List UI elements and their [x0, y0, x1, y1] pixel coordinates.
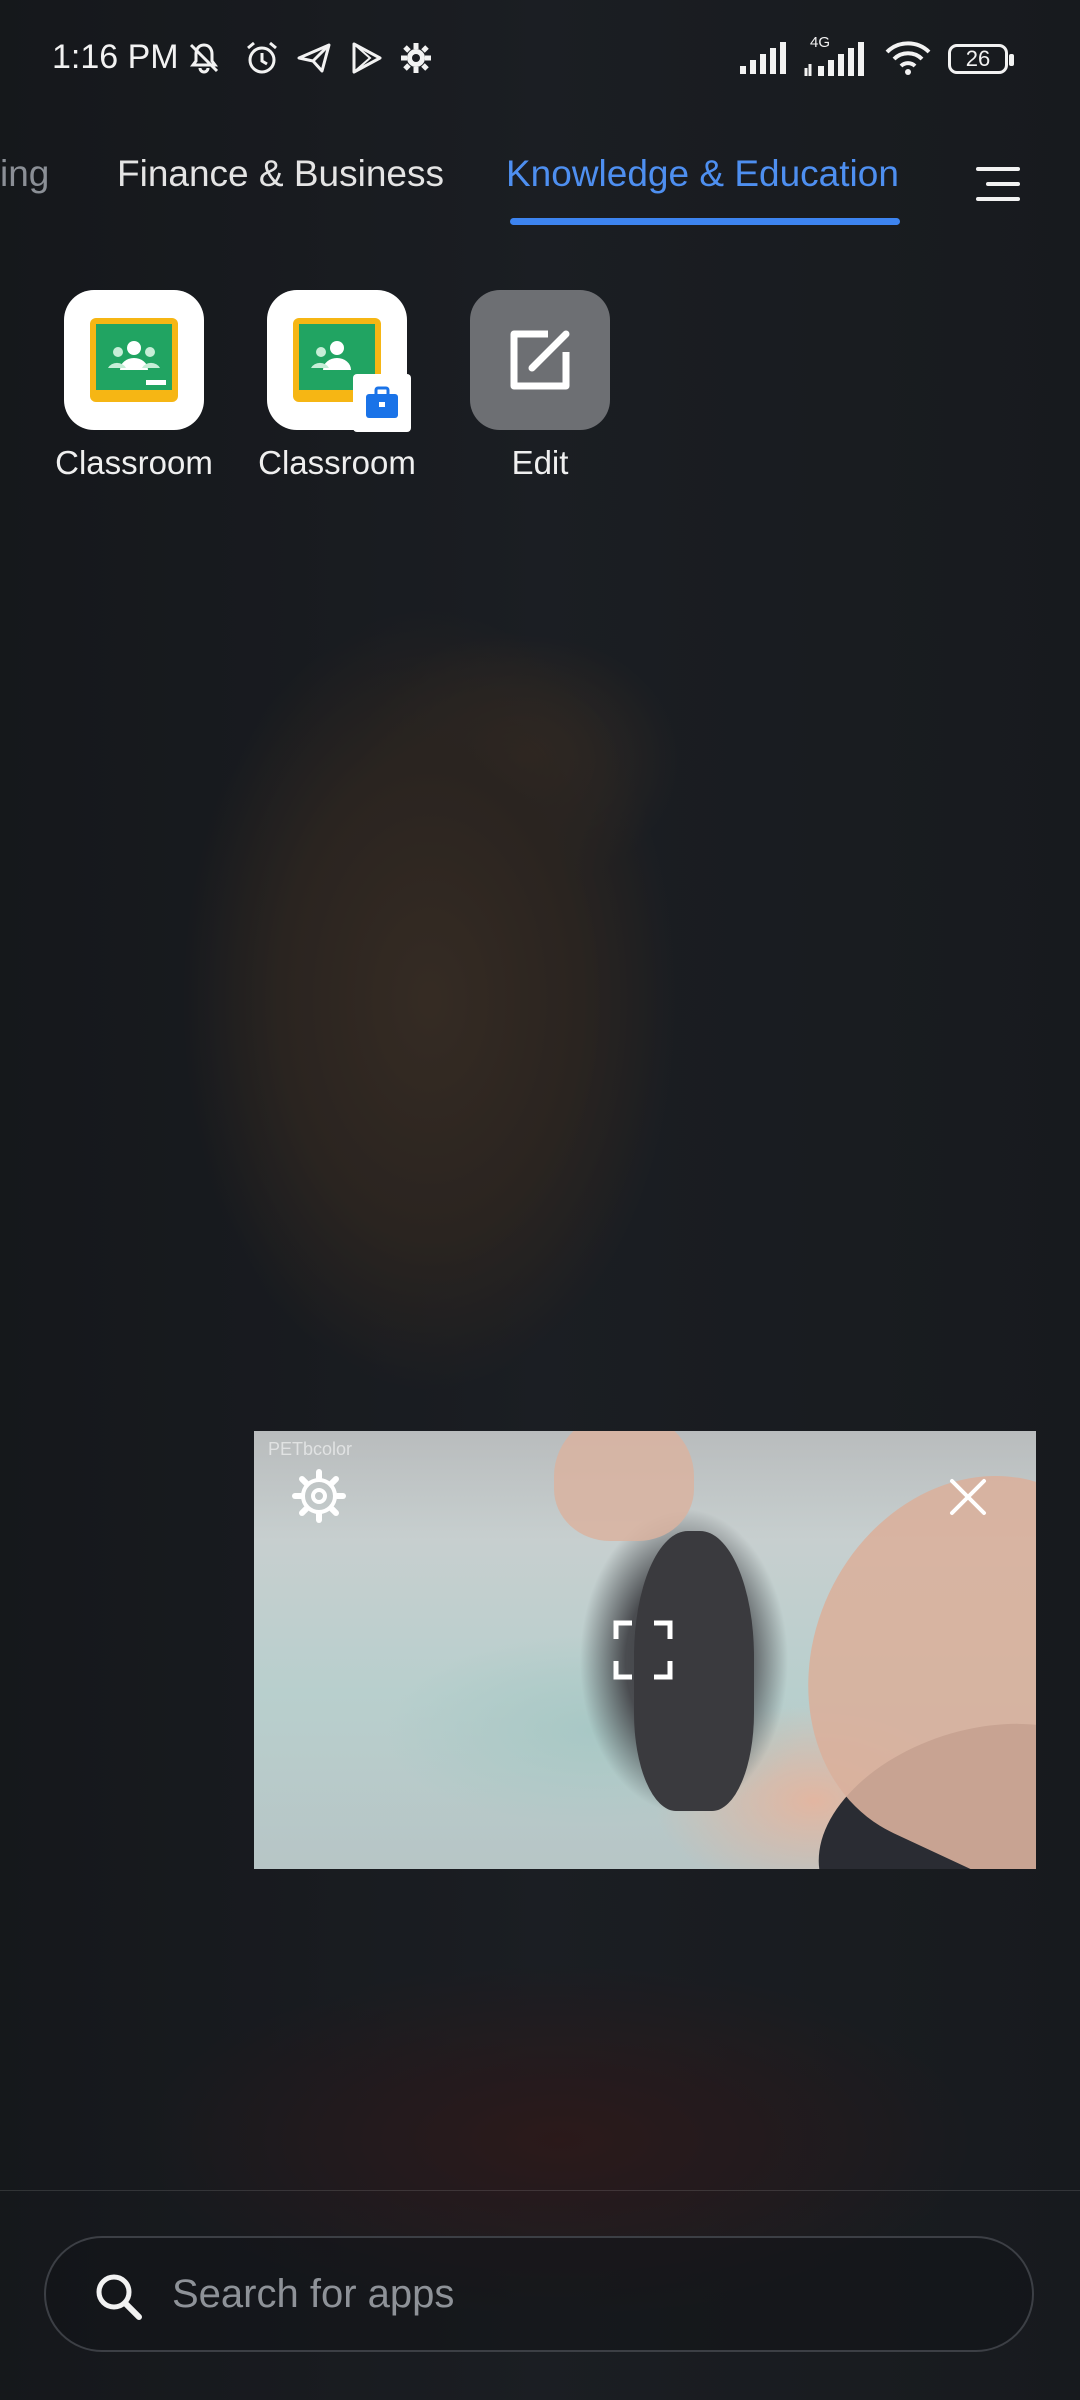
- google-classroom-work-icon: [267, 290, 411, 432]
- search-icon: [96, 2274, 142, 2320]
- search-input[interactable]: Search for apps: [172, 2272, 454, 2317]
- pip-video-window[interactable]: PETbcolor: [254, 1431, 1036, 1869]
- tab-partial[interactable]: ing: [0, 153, 49, 195]
- search-bar[interactable]: Search for apps: [44, 2236, 1034, 2352]
- tab-knowledge-education[interactable]: Knowledge & Education: [506, 153, 899, 195]
- battery-icon: 26: [948, 44, 1014, 74]
- app-label: Edit: [511, 444, 569, 481]
- app-label: Classroom: [55, 444, 213, 481]
- send-icon: [297, 43, 331, 73]
- close-icon[interactable]: [946, 1475, 990, 1519]
- edit-icon: [470, 290, 610, 430]
- app-classroom-work[interactable]: Classroom: [247, 290, 427, 482]
- expand-icon[interactable]: [612, 1619, 674, 1681]
- active-tab-indicator: [510, 218, 900, 225]
- play-store-icon: [352, 42, 382, 74]
- work-profile-badge-icon: [353, 374, 411, 432]
- app-grid: Classroom Classroom Edit: [0, 290, 1080, 490]
- category-tabs: ing Finance & Business Knowledge & Educa…: [0, 145, 1080, 235]
- video-frame-shape: [554, 1431, 694, 1541]
- video-watermark: PETbcolor: [268, 1439, 353, 1459]
- settings-icon: [401, 43, 431, 73]
- video-frame-shape: [748, 1431, 1036, 1869]
- tab-finance-business[interactable]: Finance & Business: [117, 153, 444, 195]
- alarm-icon: [247, 41, 277, 74]
- divider: [0, 2190, 1080, 2191]
- status-bar: 1:16 PM 4G 26: [0, 0, 1080, 120]
- app-edit[interactable]: Edit: [450, 290, 630, 482]
- app-classroom[interactable]: Classroom: [44, 290, 224, 482]
- settings-icon[interactable]: [290, 1467, 348, 1525]
- signal-icon: [740, 42, 786, 74]
- status-time: 1:16 PM: [52, 38, 179, 76]
- mute-icon: [189, 43, 219, 74]
- app-label: Classroom: [258, 444, 416, 481]
- wifi-icon: [885, 41, 931, 75]
- signal-4g-icon: 4G: [804, 34, 870, 78]
- google-classroom-icon: [64, 290, 204, 430]
- menu-icon[interactable]: [972, 159, 1024, 209]
- battery-level: 26: [965, 46, 991, 71]
